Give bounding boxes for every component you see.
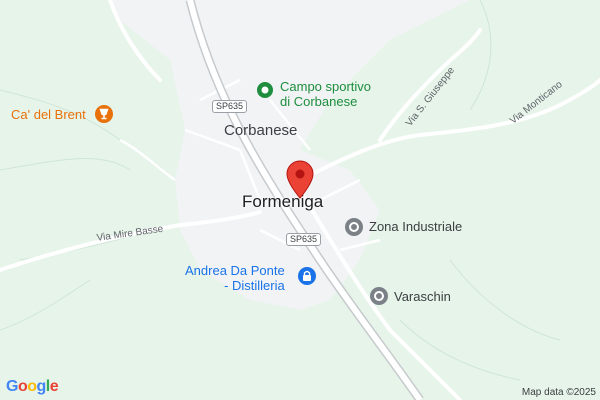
poi-campo-sportivo-line2: di Corbanese — [280, 94, 358, 109]
park-icon[interactable] — [257, 82, 273, 103]
location-pin-icon[interactable] — [286, 160, 314, 205]
poi-campo-sportivo-line1: Campo sportivo — [280, 79, 372, 94]
place-label-corbanese: Corbanese — [224, 122, 298, 139]
shopping-icon[interactable] — [298, 267, 316, 290]
poi-zona-industriale[interactable]: Zona Industriale — [369, 219, 462, 234]
map-canvas[interactable]: SP635 SP635 Via Mire Basse Via S. Giusep… — [0, 0, 600, 400]
poi-andrea-line1: Andrea Da Ponte — [185, 263, 285, 278]
poi-andrea-line2: - Distilleria — [224, 278, 285, 293]
poi-varaschin[interactable]: Varaschin — [394, 289, 451, 304]
google-logo: Google — [6, 378, 59, 395]
place-icon[interactable] — [370, 287, 388, 310]
place-icon[interactable] — [345, 218, 363, 241]
poi-campo-sportivo[interactable]: Campo sportivo di Corbanese — [280, 79, 371, 109]
road-shield-sp635-bottom: SP635 — [286, 233, 322, 246]
poi-andrea-da-ponte[interactable]: Andrea Da Ponte - Distilleria — [185, 263, 285, 293]
map-attribution[interactable]: Map data ©2025 — [522, 387, 596, 398]
wine-bar-icon[interactable] — [95, 105, 113, 128]
poi-ca-del-brent[interactable]: Ca' del Brent — [11, 107, 86, 122]
road-shield-sp635-top: SP635 — [212, 100, 248, 113]
